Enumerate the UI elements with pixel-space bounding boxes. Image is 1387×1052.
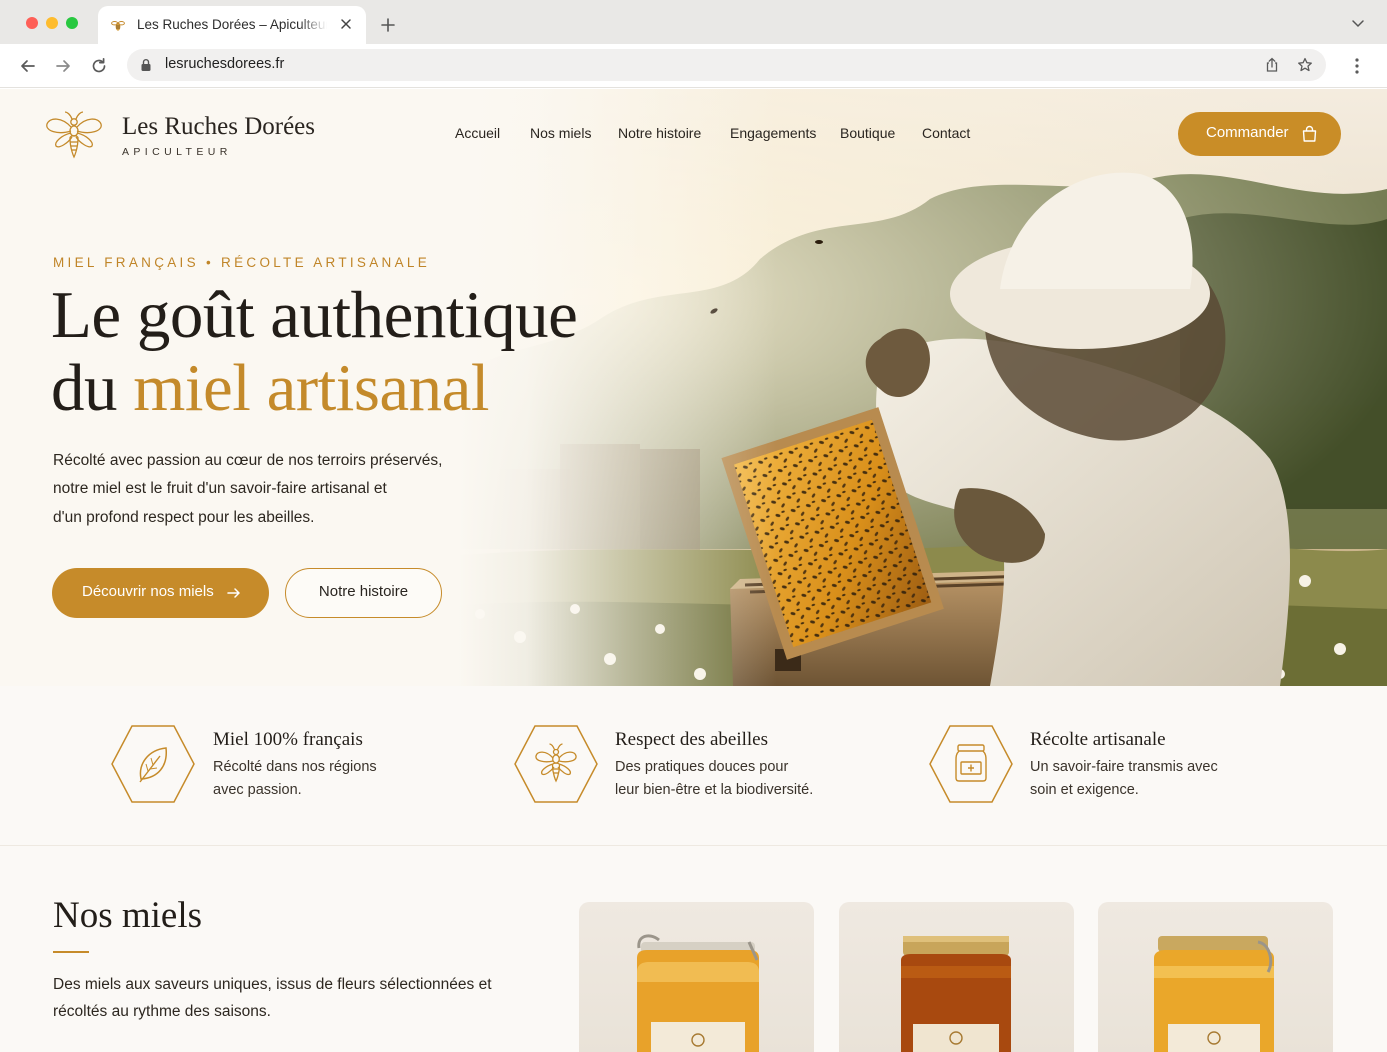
hero-lead-line3: d'un profond respect pour les abeilles. [53, 509, 315, 526]
site-header: Les Ruches Dorées APICULTEUR Accueil Nos… [0, 89, 1387, 177]
hero-title-line1: Le goût authentique [51, 278, 578, 352]
nav-link-contact[interactable]: Contact [922, 125, 970, 141]
products-text-line2: récoltés au rythme des saisons. [53, 1003, 271, 1020]
url-text[interactable]: lesruchesdorees.fr [165, 56, 284, 72]
leaf-icon [111, 725, 195, 803]
tab-title: Les Ruches Dorées – Apiculteur [137, 17, 327, 32]
bee-favicon-icon [111, 21, 125, 31]
products-text-line1: Des miels aux saveurs uniques, issus de … [53, 976, 492, 993]
hero-title-start: du [51, 351, 134, 425]
honey-jar-image [901, 936, 1011, 1052]
star-bookmark-icon[interactable] [1297, 57, 1313, 73]
tab-strip: Les Ruches Dorées – Apiculteur [0, 0, 1387, 44]
feature-text-bees-1: Des pratiques douces pour [615, 759, 789, 775]
address-bar[interactable]: lesruchesdorees.fr [127, 49, 1326, 81]
minimize-window-button[interactable] [46, 17, 58, 29]
nav-link-engagements[interactable]: Engagements [730, 125, 816, 141]
browser-chrome: Les Ruches Dorées – Apiculteur lesruches… [0, 0, 1387, 88]
more-menu-icon[interactable] [1349, 57, 1365, 75]
forward-arrow-icon[interactable] [53, 56, 73, 76]
nav-link-accueil[interactable]: Accueil [455, 125, 500, 141]
hero-eyebrow: MIEL FRANÇAIS • RÉCOLTE ARTISANALE [53, 255, 430, 270]
products-section: Nos miels Des miels aux saveurs uniques,… [0, 846, 1387, 1052]
features-section: Miel 100% français Récolté dans nos régi… [0, 686, 1387, 846]
hero-lead-line1: Récolté avec passion au cœur de nos terr… [53, 452, 443, 469]
browser-tab[interactable]: Les Ruches Dorées – Apiculteur [98, 6, 366, 44]
product-card[interactable] [579, 902, 814, 1052]
feature-title-french: Miel 100% français [213, 729, 363, 750]
browser-toolbar: lesruchesdorees.fr [0, 44, 1387, 88]
feature-title-harvest: Récolte artisanale [1030, 729, 1166, 750]
hero-title-line2: du miel artisanal [51, 355, 490, 422]
chevron-down-icon[interactable] [1351, 18, 1365, 30]
feature-text-french-2: avec passion. [213, 782, 302, 798]
maximize-window-button[interactable] [66, 17, 78, 29]
honey-jar-icon [929, 725, 1013, 803]
nav-link-notre-histoire[interactable]: Notre histoire [618, 125, 701, 141]
close-icon[interactable] [338, 16, 354, 32]
our-story-button[interactable]: Notre histoire [285, 568, 442, 618]
product-card[interactable] [1098, 902, 1333, 1052]
discover-honeys-button[interactable]: Découvrir nos miels [52, 568, 269, 618]
title-underline [53, 951, 89, 953]
feature-text-bees-2: leur bien-être et la biodiversité. [615, 782, 814, 798]
order-button[interactable]: Commander [1178, 112, 1341, 156]
bee-logo-icon[interactable] [44, 109, 104, 161]
feature-title-bees: Respect des abeilles [615, 729, 769, 750]
honey-jar-image [637, 934, 759, 1052]
feature-text-harvest-2: soin et exigence. [1030, 782, 1139, 798]
close-window-button[interactable] [26, 17, 38, 29]
discover-honeys-label: Découvrir nos miels [82, 583, 214, 600]
hero-lead-line2: notre miel est le fruit d'un savoir-fair… [53, 480, 387, 497]
back-arrow-icon[interactable] [18, 56, 38, 76]
brand-name[interactable]: Les Ruches Dorées [122, 113, 315, 141]
order-button-label: Commander [1206, 124, 1289, 141]
share-icon[interactable] [1264, 57, 1280, 73]
nav-link-boutique[interactable]: Boutique [840, 125, 895, 141]
bee-icon [514, 725, 598, 803]
new-tab-plus-icon[interactable] [380, 17, 396, 33]
product-card[interactable] [839, 902, 1074, 1052]
shopping-bag-icon [1302, 125, 1317, 142]
reload-icon[interactable] [89, 56, 109, 76]
honey-jar-image [1154, 936, 1274, 1052]
nav-link-nos-miels[interactable]: Nos miels [530, 125, 591, 141]
lock-icon [141, 59, 151, 71]
brand-tagline: APICULTEUR [122, 146, 232, 158]
webpage: Les Ruches Dorées APICULTEUR Accueil Nos… [0, 89, 1387, 1052]
products-title: Nos miels [53, 895, 203, 936]
arrow-right-icon [227, 588, 240, 598]
feature-text-french-1: Récolté dans nos régions [213, 759, 377, 775]
hero-title-accent: miel artisanal [133, 351, 490, 425]
hero-section: Les Ruches Dorées APICULTEUR Accueil Nos… [0, 89, 1387, 686]
our-story-label: Notre histoire [318, 583, 409, 600]
feature-text-harvest-1: Un savoir-faire transmis avec [1030, 759, 1218, 775]
